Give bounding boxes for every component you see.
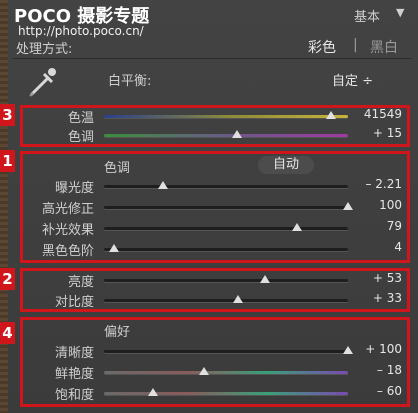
brightness-track[interactable] bbox=[104, 279, 348, 282]
exposure-thumb[interactable] bbox=[157, 181, 168, 189]
brightness-value[interactable]: + 53 bbox=[352, 271, 402, 285]
temperature-track[interactable] bbox=[104, 115, 348, 118]
slider-row-vibrance: 鲜艳度 – 18 bbox=[0, 363, 418, 383]
temperature-value[interactable]: 41549 bbox=[352, 107, 402, 121]
fill-light-thumb[interactable] bbox=[291, 223, 302, 231]
contrast-thumb[interactable] bbox=[233, 295, 244, 303]
panel-title[interactable]: 基本 bbox=[354, 6, 380, 25]
exposure-label: 曝光度 bbox=[54, 181, 94, 196]
white-balance-label: 白平衡: bbox=[108, 74, 152, 89]
slider-row-brightness: 亮度 + 53 bbox=[0, 271, 418, 291]
saturation-label: 饱和度 bbox=[54, 388, 94, 403]
slider-row-recovery: 高光修正 100 bbox=[0, 198, 418, 218]
badge-1: 1 bbox=[0, 150, 15, 172]
treatment-color-button[interactable]: 彩色 bbox=[308, 37, 336, 57]
tone-section-title: 色调 bbox=[104, 161, 131, 176]
clarity-track[interactable] bbox=[104, 350, 348, 353]
vibrance-label: 鲜艳度 bbox=[54, 367, 94, 382]
treatment-bw-button[interactable]: 黑白 bbox=[370, 37, 398, 57]
brightness-label: 亮度 bbox=[67, 275, 94, 290]
auto-tone-button[interactable]: 自动 bbox=[258, 156, 314, 174]
fill-light-track[interactable] bbox=[104, 227, 348, 230]
white-balance-select[interactable]: 自定 ÷ bbox=[332, 70, 373, 89]
recovery-label: 高光修正 bbox=[41, 202, 94, 217]
clarity-label: 清晰度 bbox=[54, 346, 94, 361]
tint-track[interactable] bbox=[104, 134, 348, 137]
eyedropper-icon[interactable] bbox=[22, 62, 62, 102]
brightness-thumb[interactable] bbox=[260, 275, 271, 283]
recovery-value[interactable]: 100 bbox=[352, 198, 402, 212]
contrast-track[interactable] bbox=[104, 299, 348, 302]
tint-thumb[interactable] bbox=[231, 130, 242, 138]
fill-light-value[interactable]: 79 bbox=[352, 219, 402, 233]
recovery-track[interactable] bbox=[104, 206, 348, 209]
badge-4: 4 bbox=[0, 322, 15, 344]
treatment-label: 处理方式: bbox=[16, 42, 73, 57]
blacks-thumb[interactable] bbox=[108, 244, 119, 252]
tint-value[interactable]: + 15 bbox=[352, 126, 402, 140]
slider-row-tint: 色调 + 15 bbox=[0, 126, 418, 146]
vibrance-thumb[interactable] bbox=[199, 367, 210, 375]
blacks-track[interactable] bbox=[104, 248, 348, 251]
contrast-value[interactable]: + 33 bbox=[352, 291, 402, 305]
vibrance-value[interactable]: – 18 bbox=[352, 363, 402, 377]
slider-row-contrast: 对比度 + 33 bbox=[0, 291, 418, 311]
exposure-value[interactable]: – 2.21 bbox=[352, 177, 402, 191]
saturation-track[interactable] bbox=[104, 392, 348, 395]
presence-section-title: 偏好 bbox=[104, 325, 131, 340]
slider-row-clarity: 清晰度 + 100 bbox=[0, 342, 418, 362]
treatment-separator: | bbox=[353, 37, 358, 53]
exposure-track[interactable] bbox=[104, 185, 348, 188]
blacks-value[interactable]: 4 bbox=[352, 240, 402, 254]
slider-row-temperature: 色温 41549 bbox=[0, 107, 418, 127]
slider-row-exposure: 曝光度 – 2.21 bbox=[0, 177, 418, 197]
slider-row-fill-light: 补光效果 79 bbox=[0, 219, 418, 239]
divider bbox=[12, 58, 412, 59]
temperature-label: 色温 bbox=[67, 111, 94, 126]
clarity-value[interactable]: + 100 bbox=[352, 342, 402, 356]
contrast-label: 对比度 bbox=[54, 295, 94, 310]
blacks-label: 黑色色阶 bbox=[41, 244, 94, 259]
saturation-thumb[interactable] bbox=[147, 388, 158, 396]
slider-row-saturation: 饱和度 – 60 bbox=[0, 384, 418, 404]
watermark-url: http://photo.poco.cn/ bbox=[18, 24, 144, 38]
collapse-arrow-icon[interactable]: ▼ bbox=[396, 6, 404, 19]
fill-light-label: 补光效果 bbox=[41, 223, 94, 238]
temperature-thumb[interactable] bbox=[325, 111, 336, 119]
slider-row-blacks: 黑色色阶 4 bbox=[0, 240, 418, 260]
saturation-value[interactable]: – 60 bbox=[352, 384, 402, 398]
tint-label: 色调 bbox=[67, 130, 94, 145]
vibrance-track[interactable] bbox=[104, 371, 348, 374]
